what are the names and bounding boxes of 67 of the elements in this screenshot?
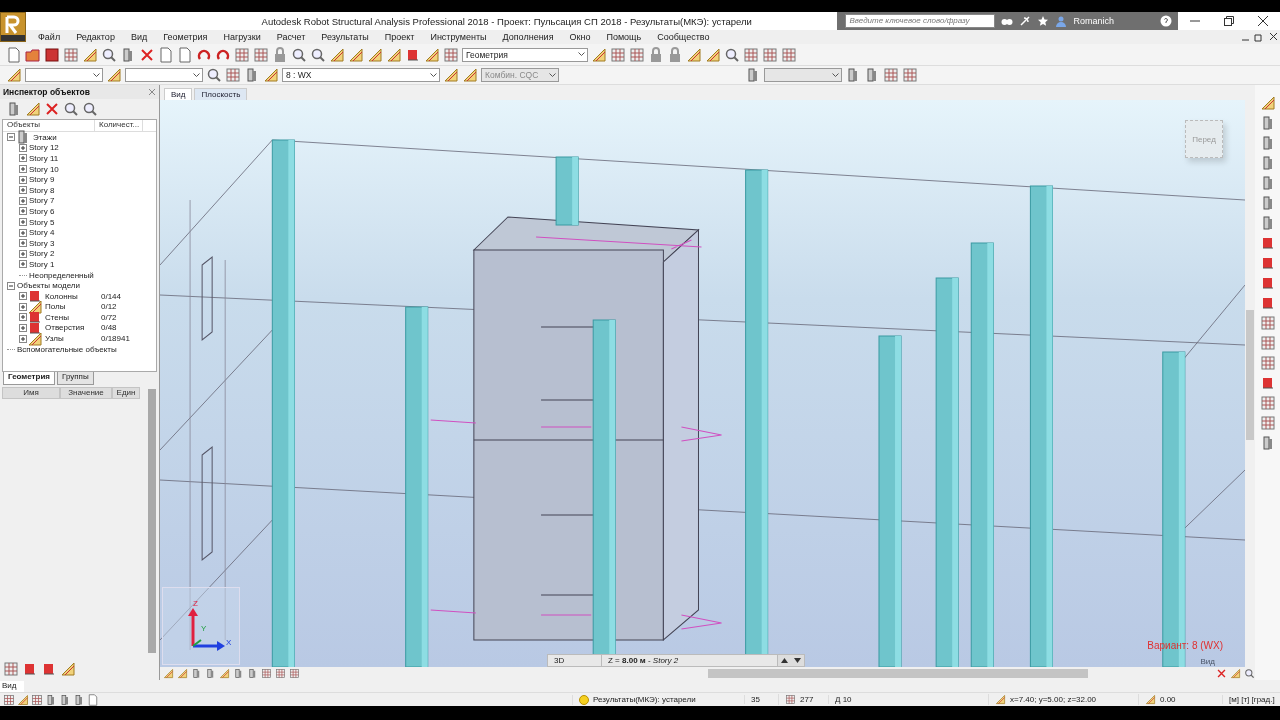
object-count: 0/18941: [101, 334, 130, 344]
menu-item[interactable]: Окно: [561, 32, 599, 42]
menu-item[interactable]: Геометрия: [155, 32, 216, 42]
view-mode[interactable]: 3D: [548, 655, 602, 666]
object-count: 0/72: [101, 312, 117, 322]
status-value: [м] [т] [град.]: [1229, 695, 1275, 704]
tree-item[interactable]: Этажи: [33, 132, 57, 142]
view-label: Вид: [1200, 657, 1215, 666]
object-count: 0/144: [101, 291, 122, 301]
tree-item[interactable]: Стены: [45, 312, 69, 322]
object-count: 0/12: [101, 302, 117, 312]
tree-item[interactable]: Колонны: [45, 291, 78, 301]
status-message: Результаты(МКЭ): устарели: [593, 695, 696, 704]
tree-item[interactable]: Story 6: [29, 206, 55, 216]
window-title: Autodesk Robot Structural Analysis Professional 2018 - Проект: Пульсация СП 2018 - Результаты(МКЭ): устарели: [260, 15, 753, 27]
panel-title: Инспектор объектов: [3, 87, 90, 97]
view-tab[interactable]: Вид: [164, 88, 193, 100]
tree-item[interactable]: Неопределенный: [29, 270, 94, 280]
menu-item[interactable]: Редактор: [68, 32, 123, 42]
axis-label: X: [226, 638, 232, 647]
tree-item[interactable]: Узлы: [45, 334, 64, 344]
menu-item[interactable]: Проект: [376, 32, 423, 42]
status-value: 0.00: [1160, 695, 1176, 704]
menu-item[interactable]: Дополнения: [494, 32, 562, 42]
axis-label: Y: [201, 624, 207, 633]
menu-item[interactable]: Расчет: [268, 32, 314, 42]
status-value: x=7.40; y=5.00; z=32.00: [1010, 695, 1097, 704]
tree-item[interactable]: Story 11: [29, 154, 59, 163]
tree-item[interactable]: Объекты модели: [17, 281, 80, 291]
panel-tab[interactable]: Геометрия: [3, 372, 55, 385]
tree-item[interactable]: Отверстия: [45, 323, 85, 333]
view-tab[interactable]: Плоскость: [194, 88, 248, 100]
tree-item[interactable]: Вспомогательные объекты: [17, 344, 117, 354]
tree-item[interactable]: Story 8: [29, 185, 55, 195]
menu-item[interactable]: Вид: [122, 32, 156, 42]
column-header: Количест...: [95, 120, 143, 131]
menu-item[interactable]: Инструменты: [422, 32, 495, 42]
tree-item[interactable]: Story 12: [29, 143, 59, 153]
panel-tab[interactable]: Группы: [57, 372, 94, 385]
load-case-select[interactable]: 8 : WX: [282, 68, 440, 82]
status-value: 277: [800, 695, 814, 704]
axis-label: Z: [193, 599, 198, 608]
menu-item[interactable]: Нагрузки: [215, 32, 269, 42]
tree-item[interactable]: Story 9: [29, 175, 55, 185]
tree-item[interactable]: Полы: [45, 302, 66, 312]
status-value: 35: [751, 695, 760, 704]
column-header: Значение: [60, 387, 112, 399]
tree-item[interactable]: Story 2: [29, 249, 55, 259]
view-field[interactable]: Вид: [0, 680, 24, 692]
status-value: Д 10: [835, 695, 852, 704]
object-count: 0/48: [101, 323, 117, 333]
menu-item[interactable]: Сообщество: [649, 32, 718, 42]
tree-item[interactable]: Story 10: [29, 164, 59, 174]
tree-item[interactable]: Story 5: [29, 217, 55, 227]
column-header: Имя: [2, 387, 60, 399]
view-select[interactable]: Геометрия: [462, 47, 588, 62]
search-field[interactable]: Введите ключевое слово/фразу: [845, 14, 996, 28]
user-name[interactable]: Romanich: [1073, 16, 1114, 26]
tree-item[interactable]: Story 7: [29, 196, 55, 206]
tree-item[interactable]: Story 4: [29, 228, 55, 238]
menu-item[interactable]: Файл: [30, 32, 69, 42]
tree-item[interactable]: Story 3: [29, 238, 55, 248]
column-header: Един: [112, 387, 140, 399]
menu-item[interactable]: Помощь: [598, 32, 650, 42]
menu-item[interactable]: Результаты: [313, 32, 377, 42]
load-case-label: Вариант: 8 (WX): [1147, 640, 1223, 651]
tree-item[interactable]: Story 1: [29, 259, 55, 269]
